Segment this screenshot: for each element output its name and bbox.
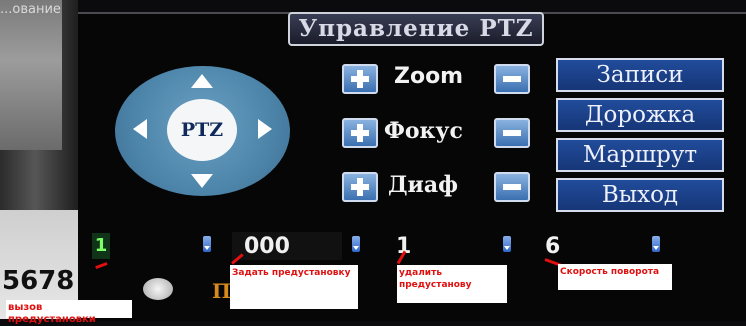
arrow-right-icon[interactable] (258, 119, 272, 139)
delete-preset-dropdown-icon[interactable] (503, 236, 511, 252)
iris-minus-button[interactable] (494, 172, 530, 202)
arrow-down-icon[interactable] (191, 174, 213, 188)
iris-label: Диаф (388, 172, 458, 198)
zoom-in-button[interactable] (342, 64, 378, 94)
set-preset-dropdown-icon[interactable] (352, 236, 360, 252)
minus-icon (503, 76, 521, 82)
zoom-label: Zoom (394, 64, 464, 89)
arrow-left-icon[interactable] (133, 119, 147, 139)
rotation-speed-dropdown-icon[interactable] (652, 236, 660, 252)
camera-feed-bright-area (0, 0, 62, 150)
ptz-joystick[interactable]: PTZ (115, 66, 290, 196)
set-preset-field[interactable]: 000 (244, 234, 290, 259)
exit-button[interactable]: Выход (556, 178, 724, 212)
rotation-speed-field[interactable]: 6 (545, 234, 560, 259)
callout-rotation-speed: Скорость поворота (558, 264, 672, 290)
callout-call-preset: вызов предустановки (6, 300, 132, 325)
route-button[interactable]: Маршрут (556, 138, 724, 172)
preset-call-dropdown-icon[interactable] (203, 236, 211, 252)
focus-minus-button[interactable] (494, 118, 530, 148)
window-title-fragment: ...ование (0, 2, 61, 17)
minus-icon (503, 130, 521, 136)
callout-delete-preset: удалить предустанову (397, 265, 507, 303)
joystick-center-button[interactable]: PTZ (167, 99, 237, 161)
focus-label: Фокус (384, 118, 463, 144)
camera-feed-number: 5678 (2, 266, 75, 296)
callout-set-preset: Задать предустановку (230, 265, 358, 309)
zoom-out-button[interactable] (494, 64, 530, 94)
arrow-up-icon[interactable] (191, 74, 213, 88)
iris-plus-button[interactable] (342, 172, 378, 202)
preset-call-field[interactable]: 1 (92, 233, 110, 259)
speech-bubble-icon[interactable] (143, 278, 173, 300)
camera-feed-strip: 5678 (0, 0, 78, 319)
records-button[interactable]: Записи (556, 58, 724, 92)
track-button[interactable]: Дорожка (556, 98, 724, 132)
panel-title: Управление PTZ (288, 12, 544, 46)
minus-icon (503, 184, 521, 190)
partial-label: П (212, 279, 231, 303)
focus-plus-button[interactable] (342, 118, 378, 148)
